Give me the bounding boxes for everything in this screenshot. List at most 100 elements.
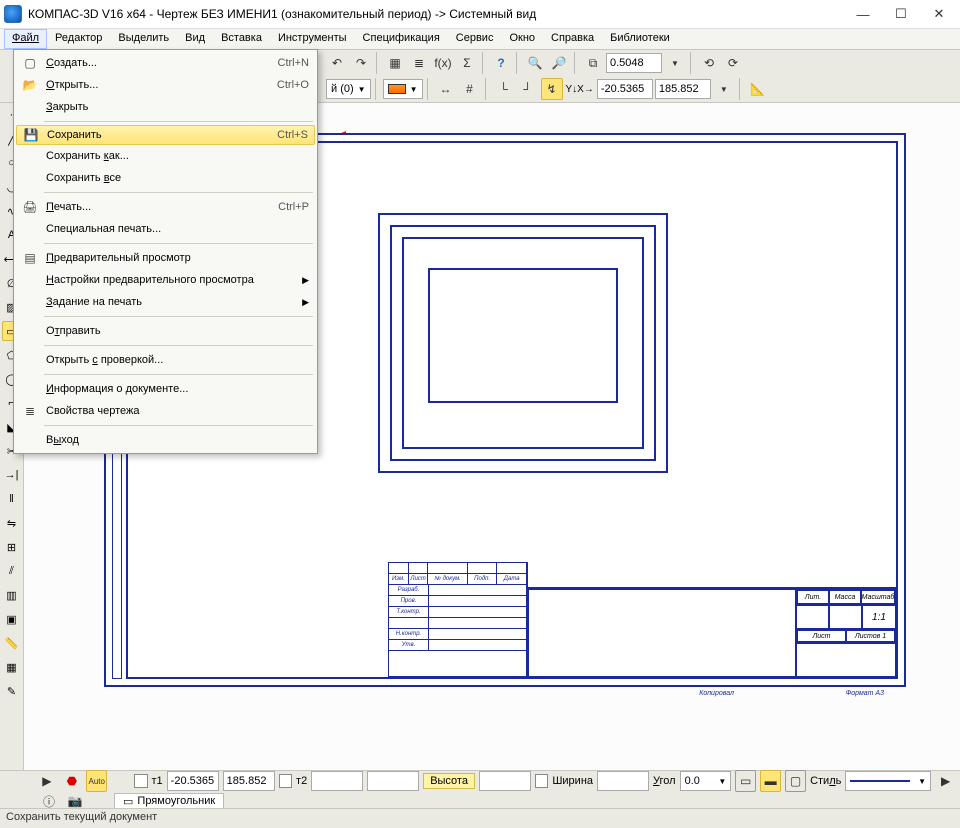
t2-label: т2 xyxy=(296,775,307,787)
maximize-button[interactable]: ☐ xyxy=(884,3,918,25)
tool-view-icon[interactable]: ▣ xyxy=(2,609,22,629)
title-block: Лит. Масса Масштаб 1:1 Лист Листов 1 xyxy=(526,587,896,677)
menu-libs[interactable]: Библиотеки xyxy=(602,29,678,49)
layer-selector[interactable]: й (0)▼ xyxy=(326,79,371,99)
menu-item-close[interactable]: Закрыть xyxy=(16,96,315,118)
menu-item-send[interactable]: Отправить xyxy=(16,320,315,342)
zoom-dropdown-icon[interactable]: ▼ xyxy=(664,52,686,74)
menu-item-drawing-props[interactable]: ≣ Свойства чертежа xyxy=(16,400,315,422)
menu-select[interactable]: Выделить xyxy=(110,29,177,49)
menu-item-save-all[interactable]: Сохранить все xyxy=(16,167,315,189)
revision-block: Изм.Лист№ докум.Подп.Дата Разраб. Пров. … xyxy=(388,562,528,677)
zoom-in-icon[interactable]: 🔍 xyxy=(524,52,546,74)
tool-break-icon[interactable]: ⫽ xyxy=(2,561,22,581)
local-cs-icon[interactable]: ↯ xyxy=(541,78,563,100)
view-previous-icon[interactable]: ⟲ xyxy=(698,52,720,74)
t2-checkbox[interactable] xyxy=(279,774,292,788)
menu-help[interactable]: Справка xyxy=(543,29,602,49)
menu-item-save-as[interactable]: Сохранить как... xyxy=(16,145,315,167)
auto-create-icon[interactable]: Auto xyxy=(86,770,107,792)
measure-icon[interactable]: 📐 xyxy=(747,78,769,100)
menu-item-open-check[interactable]: Открыть с проверкой... xyxy=(16,349,315,371)
t1-checkbox[interactable] xyxy=(134,774,147,788)
dim-linear-icon[interactable]: ↔ xyxy=(435,78,457,100)
menu-file[interactable]: Файл xyxy=(4,29,47,49)
save-icon: 💾 xyxy=(19,128,43,142)
title-bar: КОМПАС-3D V16 x64 - Чертеж БЕЗ ИМЕНИ1 (о… xyxy=(0,0,960,28)
t1-x-field[interactable] xyxy=(167,771,219,791)
t2-x-field[interactable] xyxy=(311,771,363,791)
input-auto-icon[interactable]: ▶ xyxy=(36,770,57,792)
snap-icon[interactable]: ┘ xyxy=(517,78,539,100)
menu-service[interactable]: Сервис xyxy=(448,29,502,49)
coord-y-field[interactable] xyxy=(655,79,711,99)
t1-y-field[interactable] xyxy=(223,771,275,791)
ortho-icon[interactable]: └ xyxy=(493,78,515,100)
width-field[interactable] xyxy=(597,771,649,791)
property-bar: ▶ ⬣ Auto т1 т2 Высота Ширина Угол 0.0▼ ▭… xyxy=(0,770,960,808)
menu-view[interactable]: Вид xyxy=(177,29,213,49)
coord-dropdown-icon[interactable]: ▼ xyxy=(713,78,735,100)
width-checkbox[interactable] xyxy=(535,774,548,788)
tool-edit-icon[interactable]: ✎ xyxy=(2,681,22,701)
axis-on-icon[interactable]: ▬ xyxy=(760,770,781,792)
stop-icon[interactable]: ⬣ xyxy=(61,770,82,792)
menu-item-preview[interactable]: ▤ Предварительный просмотр xyxy=(16,247,315,269)
undo-icon[interactable]: ↶ xyxy=(326,52,348,74)
width-label: Ширина xyxy=(552,775,593,787)
menu-item-exit[interactable]: Выход xyxy=(16,429,315,451)
menu-spec[interactable]: Спецификация xyxy=(355,29,448,49)
style-label: Стиль xyxy=(810,775,841,787)
menu-item-print-task[interactable]: Задание на печать▶ xyxy=(16,291,315,313)
tool-extend-icon[interactable]: →| xyxy=(2,465,22,485)
format-label: Формат A3 xyxy=(846,690,884,697)
menu-item-create[interactable]: ▢ ССоздать...оздать... Ctrl+N xyxy=(16,52,315,74)
close-button[interactable]: ✕ xyxy=(922,3,956,25)
menu-bar: Файл Редактор Выделить Вид Вставка Инстр… xyxy=(0,28,960,50)
corners-icon[interactable]: ▢ xyxy=(785,770,806,792)
file-menu-dropdown: ▢ ССоздать...оздать... Ctrl+N 📂 Открыть.… xyxy=(13,49,318,454)
tool-measure-icon[interactable]: 📏 xyxy=(2,633,22,653)
open-folder-icon: 📂 xyxy=(18,78,42,92)
angle-label: Угол xyxy=(653,775,676,787)
linestyle-selector[interactable]: ▼ xyxy=(383,79,423,99)
menu-insert[interactable]: Вставка xyxy=(213,29,270,49)
more-right-icon[interactable]: ▶ xyxy=(935,770,956,792)
variables-icon[interactable]: ≣ xyxy=(408,52,430,74)
tool-array-icon[interactable]: ⊞ xyxy=(2,537,22,557)
fx-icon[interactable]: f(x) xyxy=(432,52,454,74)
menu-item-open[interactable]: 📂 Открыть... Ctrl+O xyxy=(16,74,315,96)
view-next-icon[interactable]: ⟳ xyxy=(722,52,744,74)
menu-tools[interactable]: Инструменты xyxy=(270,29,355,49)
minimize-button[interactable]: — xyxy=(846,3,880,25)
sigma-icon[interactable]: Σ xyxy=(456,52,478,74)
tool-section-icon[interactable]: ▥ xyxy=(2,585,22,605)
axis-off-icon[interactable]: ▭ xyxy=(735,770,756,792)
library-icon[interactable]: ▦ xyxy=(384,52,406,74)
menu-item-doc-info[interactable]: Информация о документе... xyxy=(16,378,315,400)
menu-window[interactable]: Окно xyxy=(501,29,543,49)
tool-mirror-icon[interactable]: ⇋ xyxy=(2,513,22,533)
menu-item-special-print[interactable]: Специальная печать... xyxy=(16,218,315,240)
tool-table-icon[interactable]: ▦ xyxy=(2,657,22,677)
tool-offset-icon[interactable]: ‖ xyxy=(2,489,22,509)
angle-field[interactable]: 0.0▼ xyxy=(680,771,732,791)
menu-editor[interactable]: Редактор xyxy=(47,29,110,49)
tab-rectangle[interactable]: ▭ Прямоугольник xyxy=(114,793,224,810)
menu-item-preview-settings[interactable]: Настройки предварительного просмотра▶ xyxy=(16,269,315,291)
zoom-field[interactable] xyxy=(606,53,662,73)
menu-item-save[interactable]: 💾 Сохранить Ctrl+S xyxy=(16,125,315,145)
redo-icon[interactable]: ↷ xyxy=(350,52,372,74)
coord-x-field[interactable] xyxy=(597,79,653,99)
menu-item-print[interactable]: 🖨 Печать... Ctrl+P xyxy=(16,196,315,218)
new-document-icon: ▢ xyxy=(18,56,42,70)
style-selector[interactable]: ▼ xyxy=(845,771,931,791)
preview-icon: ▤ xyxy=(18,251,42,265)
height-field[interactable] xyxy=(479,771,531,791)
help-icon[interactable]: ? xyxy=(490,52,512,74)
status-bar: Сохранить текущий документ xyxy=(0,808,960,828)
zoom-window-icon[interactable]: ⧉ xyxy=(582,52,604,74)
t2-y-field[interactable] xyxy=(367,771,419,791)
grid-icon[interactable]: # xyxy=(459,78,481,100)
zoom-out-icon[interactable]: 🔎 xyxy=(548,52,570,74)
